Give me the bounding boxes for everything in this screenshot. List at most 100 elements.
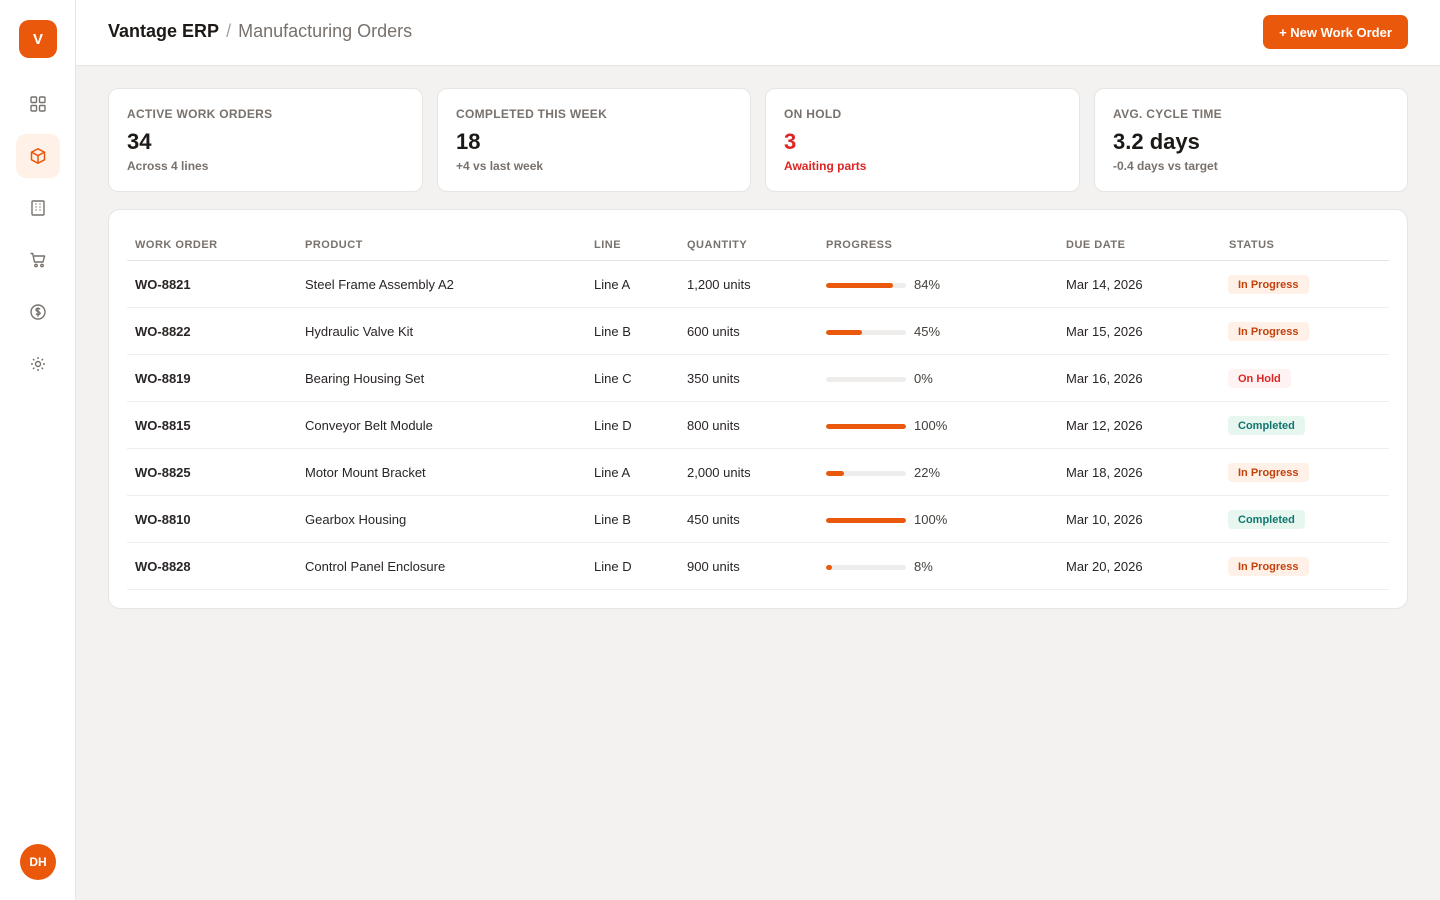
progress-bar-fill	[826, 518, 906, 523]
avatar[interactable]: DH	[20, 844, 56, 880]
quantity: 1,200 units	[687, 277, 751, 292]
sidebar-item-facilities[interactable]	[16, 186, 60, 230]
due-date: Mar 15, 2026	[1066, 324, 1143, 339]
sidebar-item-purchasing[interactable]	[16, 238, 60, 282]
box-icon	[30, 148, 46, 164]
stat-value: 3.2 days	[1113, 129, 1200, 154]
due-date: Mar 14, 2026	[1066, 277, 1143, 292]
work-order-id[interactable]: WO-8828	[135, 559, 191, 574]
status-badge: In Progress	[1228, 557, 1309, 576]
progress-percent: 100%	[914, 512, 948, 527]
stat-subtext: +4 vs last week	[456, 159, 544, 173]
column-header-line[interactable]: LINE	[594, 239, 621, 251]
dashboard-icon	[30, 96, 46, 112]
stat-subtext: -0.4 days vs target	[1113, 159, 1218, 173]
work-order-id[interactable]: WO-8810	[135, 512, 191, 527]
progress-percent: 84%	[914, 277, 941, 292]
page-title: Manufacturing Orders	[238, 21, 413, 41]
column-header-product[interactable]: PRODUCT	[305, 239, 363, 251]
quantity: 800 units	[687, 418, 740, 433]
breadcrumb-separator: /	[226, 21, 232, 41]
work-order-id[interactable]: WO-8815	[135, 418, 191, 433]
work-order-id[interactable]: WO-8819	[135, 371, 191, 386]
work-order-id[interactable]: WO-8822	[135, 324, 191, 339]
stat-value: 3	[784, 129, 797, 154]
status-badge: In Progress	[1228, 275, 1309, 294]
table-row[interactable]: WO-8825 Motor Mount Bracket Line A 2,000 un…	[127, 449, 1389, 496]
sidebar-item-finance[interactable]	[16, 290, 60, 334]
stat-label: ACTIVE WORK ORDERS	[127, 107, 273, 121]
progress-percent: 8%	[914, 559, 933, 574]
quantity: 900 units	[687, 559, 740, 574]
stat-card-completed: COMPLETED THIS WEEK 18 +4 vs last week	[437, 88, 751, 192]
product-name: Control Panel Enclosure	[305, 559, 446, 574]
quantity: 600 units	[687, 324, 740, 339]
table-row[interactable]: WO-8815 Conveyor Belt Module Line D 800 uni…	[127, 402, 1389, 449]
stat-value: 18	[456, 129, 481, 154]
progress-percent: 45%	[914, 324, 941, 339]
breadcrumb-app-name[interactable]: Vantage ERP	[108, 21, 219, 41]
stat-card-on-hold: ON HOLD 3 Awaiting parts	[765, 88, 1080, 192]
product-name: Hydraulic Valve Kit	[305, 324, 414, 339]
status-badge: In Progress	[1228, 463, 1309, 482]
progress-bar-fill	[826, 424, 906, 429]
table-row[interactable]: WO-8810 Gearbox Housing Line B 450 units 100…	[127, 496, 1389, 543]
stat-label: AVG. CYCLE TIME	[1113, 107, 1222, 121]
work-order-id[interactable]: WO-8825	[135, 465, 191, 480]
quantity: 350 units	[687, 371, 740, 386]
sidebar-item-manufacturing[interactable]	[16, 134, 60, 178]
progress-bar	[826, 565, 906, 570]
due-date: Mar 18, 2026	[1066, 465, 1143, 480]
stat-card-active: ACTIVE WORK ORDERS 34 Across 4 lines	[108, 88, 423, 192]
column-header-progress[interactable]: PROGRESS	[826, 239, 892, 251]
table-row[interactable]: WO-8819 Bearing Housing Set Line C 350 unit…	[127, 355, 1389, 402]
progress-bar	[826, 471, 906, 476]
product-name: Conveyor Belt Module	[305, 418, 433, 433]
work-order-id[interactable]: WO-8821	[135, 277, 191, 292]
product-name: Motor Mount Bracket	[305, 465, 426, 480]
sidebar-item-dashboard[interactable]	[16, 82, 60, 126]
production-line: Line D	[594, 418, 632, 433]
production-line: Line A	[594, 277, 631, 292]
table-row[interactable]: WO-8828 Control Panel Enclosure Line D 900 …	[127, 543, 1389, 590]
column-header-quantity[interactable]: QUANTITY	[687, 239, 747, 251]
column-header-status[interactable]: STATUS	[1229, 239, 1274, 251]
new-work-order-button[interactable]: + New Work Order	[1263, 15, 1408, 49]
production-line: Line D	[594, 559, 632, 574]
production-line: Line C	[594, 371, 632, 386]
progress-bar-fill	[826, 330, 862, 335]
production-line: Line B	[594, 324, 631, 339]
due-date: Mar 20, 2026	[1066, 559, 1143, 574]
stat-label: COMPLETED THIS WEEK	[456, 107, 608, 121]
sidebar-item-settings[interactable]	[16, 342, 60, 386]
column-header-due-date[interactable]: DUE DATE	[1066, 239, 1125, 251]
column-header-work-order[interactable]: WORK ORDER	[135, 239, 218, 251]
sidebar: V DH	[0, 0, 76, 900]
status-badge: On Hold	[1228, 369, 1291, 388]
status-badge: Completed	[1228, 510, 1305, 529]
table-row[interactable]: WO-8822 Hydraulic Valve Kit Line B 600 unit…	[127, 308, 1389, 355]
progress-percent: 100%	[914, 418, 948, 433]
progress-bar	[826, 377, 906, 382]
status-badge: Completed	[1228, 416, 1305, 435]
due-date: Mar 16, 2026	[1066, 371, 1143, 386]
quantity: 450 units	[687, 512, 740, 527]
table-row[interactable]: WO-8821 Steel Frame Assembly A2 Line A 1,20…	[127, 261, 1389, 308]
product-name: Gearbox Housing	[305, 512, 407, 527]
product-name: Steel Frame Assembly A2	[305, 277, 454, 292]
stat-subtext: Awaiting parts	[784, 159, 867, 173]
status-badge: In Progress	[1228, 322, 1309, 341]
cart-icon	[30, 252, 46, 268]
settings-icon	[31, 357, 45, 371]
progress-bar-fill	[826, 283, 894, 288]
progress-bar	[826, 424, 906, 429]
production-line: Line A	[594, 465, 631, 480]
quantity: 2,000 units	[687, 465, 751, 480]
progress-bar-fill	[826, 471, 844, 476]
table-header: WORK ORDER PRODUCT LINE QUANTITY PROGRES…	[127, 232, 1389, 261]
app-logo[interactable]: V	[19, 20, 57, 58]
stat-subtext: Across 4 lines	[127, 159, 209, 173]
progress-percent: 0%	[914, 371, 933, 386]
breadcrumb: Vantage ERP / Manufacturing Orders	[108, 21, 412, 42]
stat-value: 34	[127, 129, 152, 154]
